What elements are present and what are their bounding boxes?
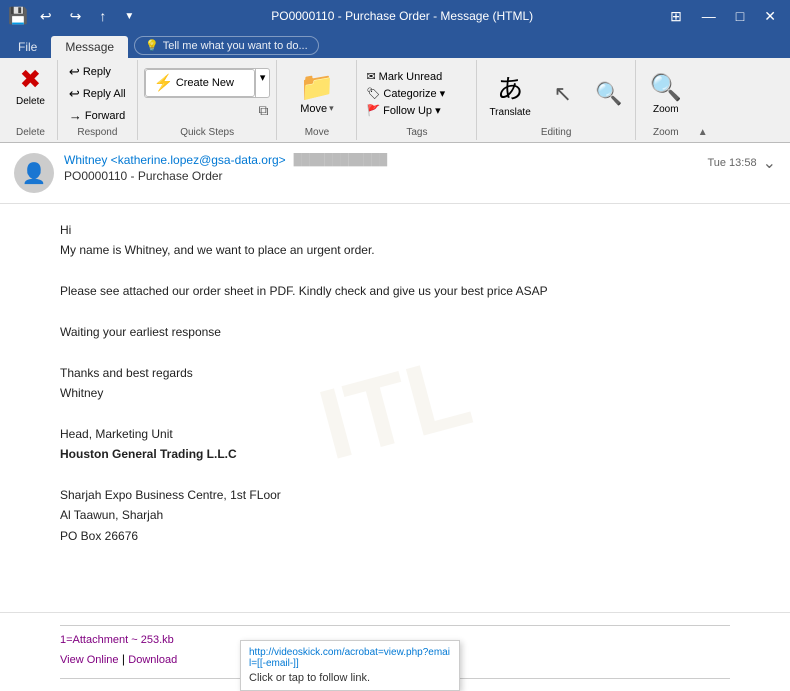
select-button[interactable]: ↖ [543,79,583,109]
tooltip-popup: http://videoskick.com/acrobat=view.php?e… [240,640,460,691]
ribbon-group-move: 📁 Move ▾ Move [277,60,357,140]
download-link[interactable]: Download [128,654,177,666]
body-line8: Whitney [60,383,730,403]
close-icon[interactable]: ✕ [758,6,782,27]
save-icon[interactable]: 💾 [8,6,28,26]
body-line10: Head, Marketing Unit [60,424,730,444]
zoom-button[interactable]: 🔍 Zoom [644,70,688,117]
email-from: Whitney <katherine.lopez@gsa-data.org> [64,153,286,167]
mark-unread-button[interactable]: ✉ Mark Unread [363,69,470,84]
ribbon-group-editing: あ Translate ↖ 🔍 Editing [477,60,635,140]
email-header: 👤 Whitney <katherine.lopez@gsa-data.org>… [0,143,790,204]
body-line1: My name is Whitney, and we want to place… [60,240,730,260]
title-bar: 💾 ↩ ↪ ↑ ▼ PO0000110 - Purchase Order - M… [0,0,790,32]
quick-steps-dropdown[interactable]: ▾ [255,69,270,97]
body-content: Hi My name is Whitney, and we want to pl… [60,220,730,546]
title-bar-right: ⊞ — □ ✕ [664,6,782,27]
email-timestamp: Tue 13:58 [707,157,756,169]
avatar-icon: 👤 [22,161,47,186]
reply-all-icon: ↩ [69,86,80,102]
reply-button[interactable]: ↩ Reply [64,62,131,82]
search-icon: 🔍 [595,81,622,107]
search-button[interactable]: 🔍 [589,79,629,109]
body-line15: PO Box 26676 [60,526,730,546]
body-line7: Thanks and best regards [60,363,730,383]
body-line13: Sharjah Expo Business Centre, 1st FLoor [60,485,730,505]
mark-unread-icon: ✉ [366,70,375,83]
ribbon-content: ✖ Delete Delete ↩ Reply ↩ Reply All [0,58,790,142]
ribbon-group-tags: ✉ Mark Unread 🏷 Categorize ▾ 🚩 Follow Up… [357,60,477,140]
undo-icon[interactable]: ↩ [34,6,58,27]
restore-window-icon[interactable]: ⊞ [664,6,688,27]
delete-icon: ✖ [20,64,42,95]
expand-email-icon[interactable]: ⌄ [763,153,776,173]
follow-up-button[interactable]: 🚩 Follow Up ▾ [363,103,470,118]
categorize-icon: 🏷 [366,87,380,100]
attachment-label[interactable]: 1=Attachment ~ 253.kb [60,634,174,646]
delete-button[interactable]: ✖ Delete [10,62,51,109]
cursor-icon: ↖ [554,81,572,107]
tooltip-hint: Click or tap to follow link. [249,672,451,684]
translate-icon: あ [497,69,523,106]
pipe-separator: | [119,652,129,666]
follow-up-icon: 🚩 [366,104,380,117]
zoom-icon: 🔍 [650,72,682,103]
lightning-icon: ⚡ [154,73,174,93]
forward-icon: → [69,108,82,123]
tooltip-url: http://videoskick.com/acrobat=view.php?e… [249,647,451,669]
redo-icon[interactable]: ↪ [64,6,88,27]
customize-icon[interactable]: ▼ [118,9,140,24]
ribbon-group-zoom: 🔍 Zoom Zoom [636,60,696,140]
tab-message[interactable]: Message [51,36,128,58]
up-icon[interactable]: ↑ [93,6,112,26]
tell-me-input[interactable]: 💡 Tell me what you want to do... [134,36,319,55]
body-line3: Please see attached our order sheet in P… [60,281,730,301]
body-line5: Waiting your earliest response [60,322,730,342]
minimize-icon[interactable]: — [696,6,722,26]
categorize-button[interactable]: 🏷 Categorize ▾ [363,86,470,101]
folder-icon: 📁 [300,73,335,101]
email-area: 👤 Whitney <katherine.lopez@gsa-data.org>… [0,143,790,691]
ribbon-group-delete: ✖ Delete Delete [4,60,58,140]
ribbon-group-quick-steps: ⚡ Create New ▾ ⧉ Quick Steps [138,60,278,140]
create-new-button[interactable]: ⚡ Create New [145,69,255,97]
redacted-bar: ████████████ [294,154,388,166]
tab-file[interactable]: File [4,36,51,58]
window-title: PO0000110 - Purchase Order - Message (HT… [140,9,664,23]
ribbon-collapse-icon[interactable]: ▲ [696,125,710,140]
email-subject: PO0000110 - Purchase Order [64,169,697,183]
email-body: ITL Hi My name is Whitney, and we want t… [0,204,790,612]
ribbon: ✖ Delete Delete ↩ Reply ↩ Reply All [0,58,790,143]
title-bar-left: 💾 ↩ ↪ ↑ ▼ [8,6,140,27]
move-dropdown-icon: ▾ [329,103,334,114]
expand-quick-steps-icon[interactable]: ⧉ [258,102,268,119]
move-button[interactable]: Move ▾ [300,103,333,115]
body-greeting: Hi [60,220,730,240]
email-meta: Whitney <katherine.lopez@gsa-data.org> █… [64,153,697,183]
tabs-bar: File Message 💡 Tell me what you want to … [0,32,790,58]
body-line14: Al Taawun, Sharjah [60,505,730,525]
lightbulb-icon: 💡 [145,39,159,52]
separator-top [60,625,730,626]
reply-all-button[interactable]: ↩ Reply All [64,84,131,104]
avatar: 👤 [14,153,54,193]
ribbon-group-respond: ↩ Reply ↩ Reply All → Forward Respond [58,60,138,140]
translate-button[interactable]: あ Translate [483,67,536,120]
attachment-section: 1=Attachment ~ 253.kb http://videoskick.… [0,612,790,691]
reply-icon: ↩ [69,64,80,80]
app-window: 💾 ↩ ↪ ↑ ▼ PO0000110 - Purchase Order - M… [0,0,790,691]
maximize-icon[interactable]: □ [730,6,750,26]
body-line11: Houston General Trading L.L.C [60,444,730,464]
forward-button[interactable]: → Forward [64,106,131,125]
view-online-link[interactable]: View Online [60,654,119,666]
